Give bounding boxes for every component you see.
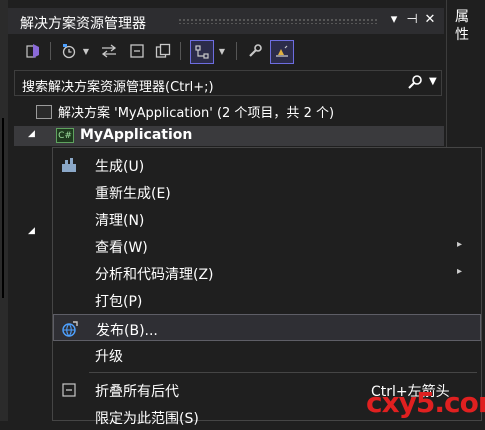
- search-box[interactable]: 搜索解决方案资源管理器(Ctrl+;) ▼: [14, 70, 442, 96]
- project-label: MyApplication: [80, 127, 193, 143]
- project-node[interactable]: ◢ C# MyApplication: [14, 126, 444, 146]
- drag-handle[interactable]: [178, 18, 378, 24]
- solution-label: 解决方案 'MyApplication' (2 个项目，共 2 个): [58, 106, 335, 121]
- properties-view-icon[interactable]: [190, 40, 214, 64]
- publish-globe-icon: [60, 319, 80, 339]
- menu-item-label: 分析和代码清理(Z): [95, 267, 214, 283]
- toolbar-separator: [236, 42, 237, 60]
- menu-item-publish[interactable]: 发布(B)...: [53, 314, 481, 341]
- dropdown-arrow-icon[interactable]: ▼: [216, 40, 228, 62]
- context-menu: 生成(U) 重新生成(E) 清理(N) 查看(W) ▸ 分析和代码清理(Z) ▸…: [52, 147, 482, 427]
- window-titlebar: 解决方案资源管理器 ▾ ⊣ ✕: [8, 8, 444, 34]
- properties-tab-label[interactable]: 属性: [455, 8, 473, 44]
- menu-item-upgrade[interactable]: 升级: [53, 341, 481, 368]
- menu-item-build[interactable]: 生成(U): [53, 151, 481, 178]
- watermark: cxy5.com: [366, 386, 485, 419]
- search-icon[interactable]: [407, 74, 423, 94]
- close-button[interactable]: ✕: [422, 12, 438, 27]
- menu-item-clean[interactable]: 清理(N): [53, 205, 481, 232]
- csharp-project-icon: C#: [56, 128, 74, 143]
- pin-icon[interactable]: ⊣: [404, 12, 420, 27]
- window-title: 解决方案资源管理器: [20, 16, 146, 32]
- solution-node[interactable]: 解决方案 'MyApplication' (2 个项目，共 2 个): [36, 102, 334, 121]
- menu-item-label: 清理(N): [95, 213, 145, 229]
- wrench-icon[interactable]: [244, 40, 266, 62]
- sync-icon[interactable]: [98, 40, 120, 62]
- toolbar-separator: [180, 42, 181, 60]
- menu-item-label: 重新生成(E): [95, 186, 171, 202]
- window-menu-button[interactable]: ▾: [386, 12, 402, 27]
- collapse-all-icon[interactable]: [126, 40, 148, 62]
- menu-item-label: 折叠所有后代: [95, 384, 179, 400]
- toolbar-separator: [50, 42, 51, 60]
- preview-icon[interactable]: [270, 40, 294, 64]
- solution-icon: [36, 105, 52, 119]
- menu-item-label: 生成(U): [95, 159, 145, 175]
- toolbar: ▼ ▼: [8, 34, 444, 68]
- menu-item-label: 升级: [95, 349, 123, 365]
- search-input[interactable]: 搜索解决方案资源管理器(Ctrl+;): [22, 76, 214, 95]
- menu-separator: [89, 372, 477, 373]
- expand-arrow-icon[interactable]: ◢: [28, 129, 35, 139]
- menu-item-analyze[interactable]: 分析和代码清理(Z) ▸: [53, 259, 481, 286]
- expand-arrow-icon[interactable]: ◢: [28, 226, 35, 236]
- search-options-dropdown-icon[interactable]: ▼: [429, 76, 437, 87]
- panel-divider: [2, 118, 4, 298]
- menu-item-label: 查看(W): [95, 240, 148, 256]
- menu-item-label: 打包(P): [95, 294, 143, 310]
- menu-item-rebuild[interactable]: 重新生成(E): [53, 178, 481, 205]
- left-edge-panel: [0, 0, 8, 421]
- menu-item-view[interactable]: 查看(W) ▸: [53, 232, 481, 259]
- submenu-arrow-icon: ▸: [457, 266, 463, 277]
- menu-item-label: 限定为此范围(S): [95, 411, 199, 427]
- collapse-icon: [59, 380, 79, 400]
- menu-item-label: 发布(B)...: [96, 323, 158, 339]
- vs-solution-switch-icon[interactable]: [22, 40, 44, 62]
- menu-item-pack[interactable]: 打包(P): [53, 286, 481, 313]
- submenu-arrow-icon: ▸: [457, 239, 463, 250]
- history-icon[interactable]: [58, 40, 80, 62]
- show-all-files-icon[interactable]: [152, 40, 174, 62]
- dropdown-arrow-icon[interactable]: ▼: [80, 40, 92, 62]
- build-icon: [59, 155, 79, 175]
